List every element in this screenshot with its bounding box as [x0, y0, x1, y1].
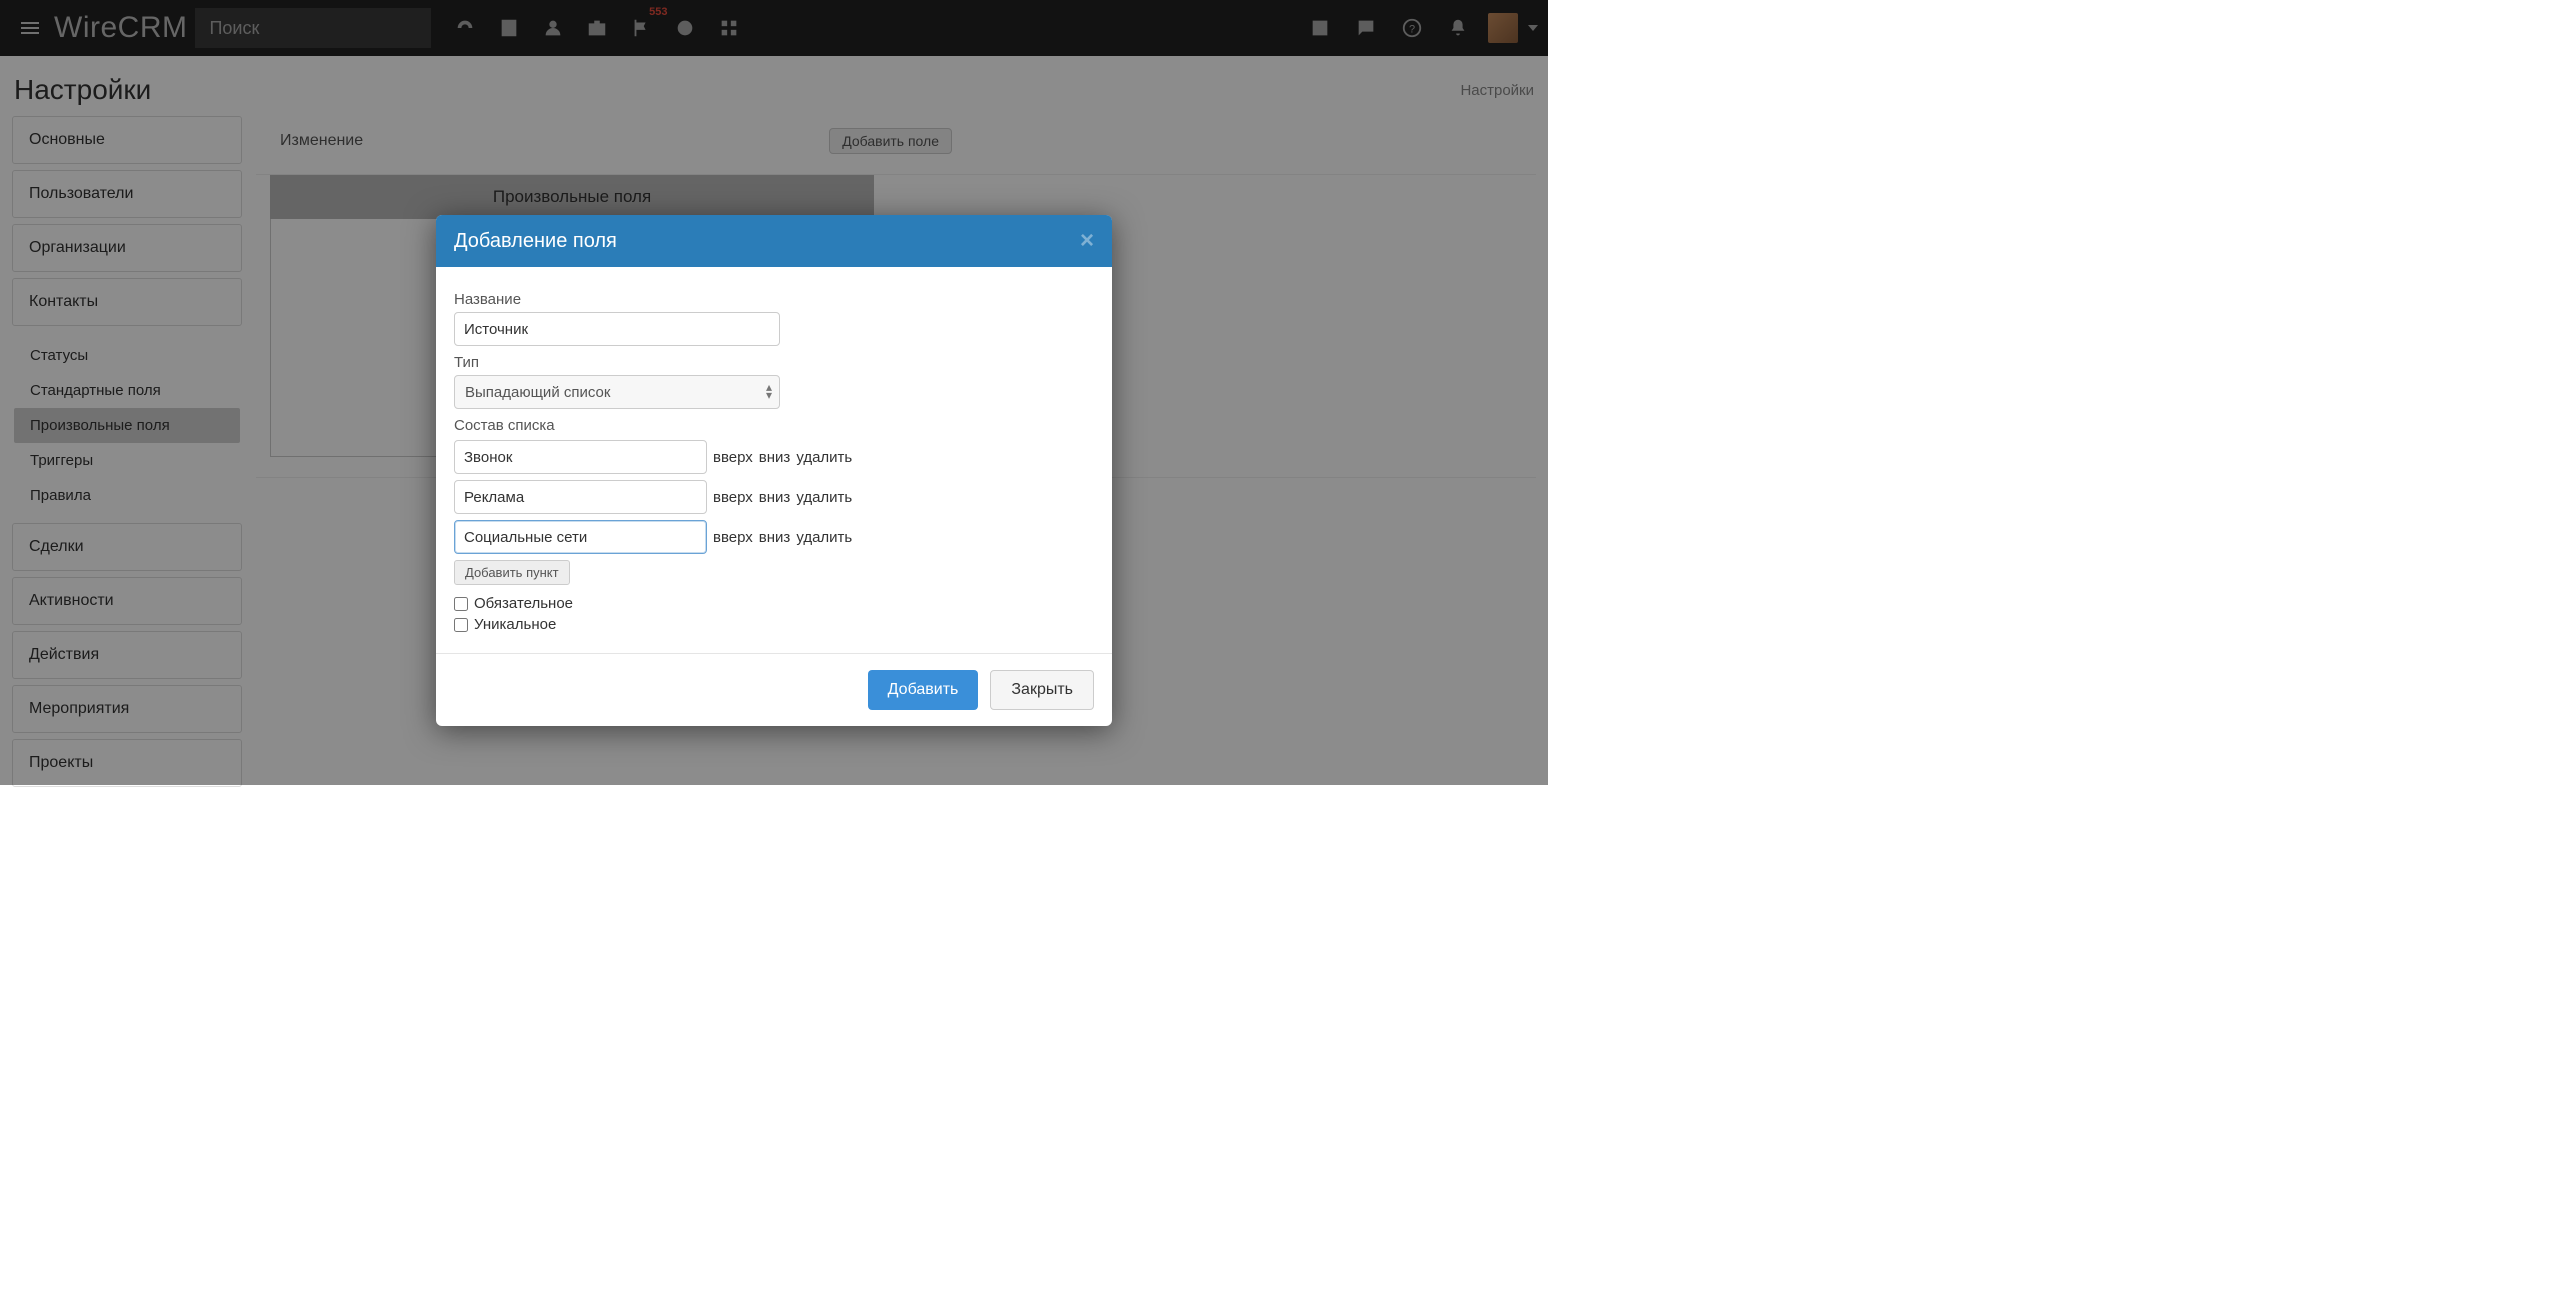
row-down[interactable]: вниз — [759, 489, 791, 506]
unique-label: Уникальное — [474, 616, 556, 633]
row-delete[interactable]: удалить — [796, 449, 852, 466]
modal-header: Добавление поля × — [436, 215, 1112, 267]
cancel-button[interactable]: Закрыть — [990, 670, 1094, 710]
required-checkbox[interactable] — [454, 597, 468, 611]
add-list-item-button[interactable]: Добавить пункт — [454, 560, 570, 585]
list-row: вверх вниз удалить — [454, 520, 1094, 554]
list-item-input[interactable] — [454, 440, 707, 474]
list-item-input[interactable] — [454, 520, 707, 554]
list-item-input[interactable] — [454, 480, 707, 514]
close-icon[interactable]: × — [1080, 229, 1094, 253]
submit-button[interactable]: Добавить — [868, 670, 979, 710]
modal-title: Добавление поля — [454, 230, 617, 253]
required-label: Обязательное — [474, 595, 573, 612]
add-field-modal: Добавление поля × Название Тип Выпадающи… — [436, 215, 1112, 726]
list-label: Состав списка — [454, 417, 1094, 434]
row-up[interactable]: вверх — [713, 529, 753, 546]
type-select-value: Выпадающий список — [465, 384, 610, 401]
name-input[interactable] — [454, 312, 780, 346]
list-row: вверх вниз удалить — [454, 440, 1094, 474]
row-down[interactable]: вниз — [759, 449, 791, 466]
type-label: Тип — [454, 354, 1094, 371]
select-arrows-icon: ▴▾ — [766, 383, 772, 399]
row-down[interactable]: вниз — [759, 529, 791, 546]
row-delete[interactable]: удалить — [796, 489, 852, 506]
row-up[interactable]: вверх — [713, 449, 753, 466]
unique-checkbox[interactable] — [454, 618, 468, 632]
type-select[interactable]: Выпадающий список — [454, 375, 780, 409]
row-up[interactable]: вверх — [713, 489, 753, 506]
list-row: вверх вниз удалить — [454, 480, 1094, 514]
row-delete[interactable]: удалить — [796, 529, 852, 546]
name-label: Название — [454, 291, 1094, 308]
